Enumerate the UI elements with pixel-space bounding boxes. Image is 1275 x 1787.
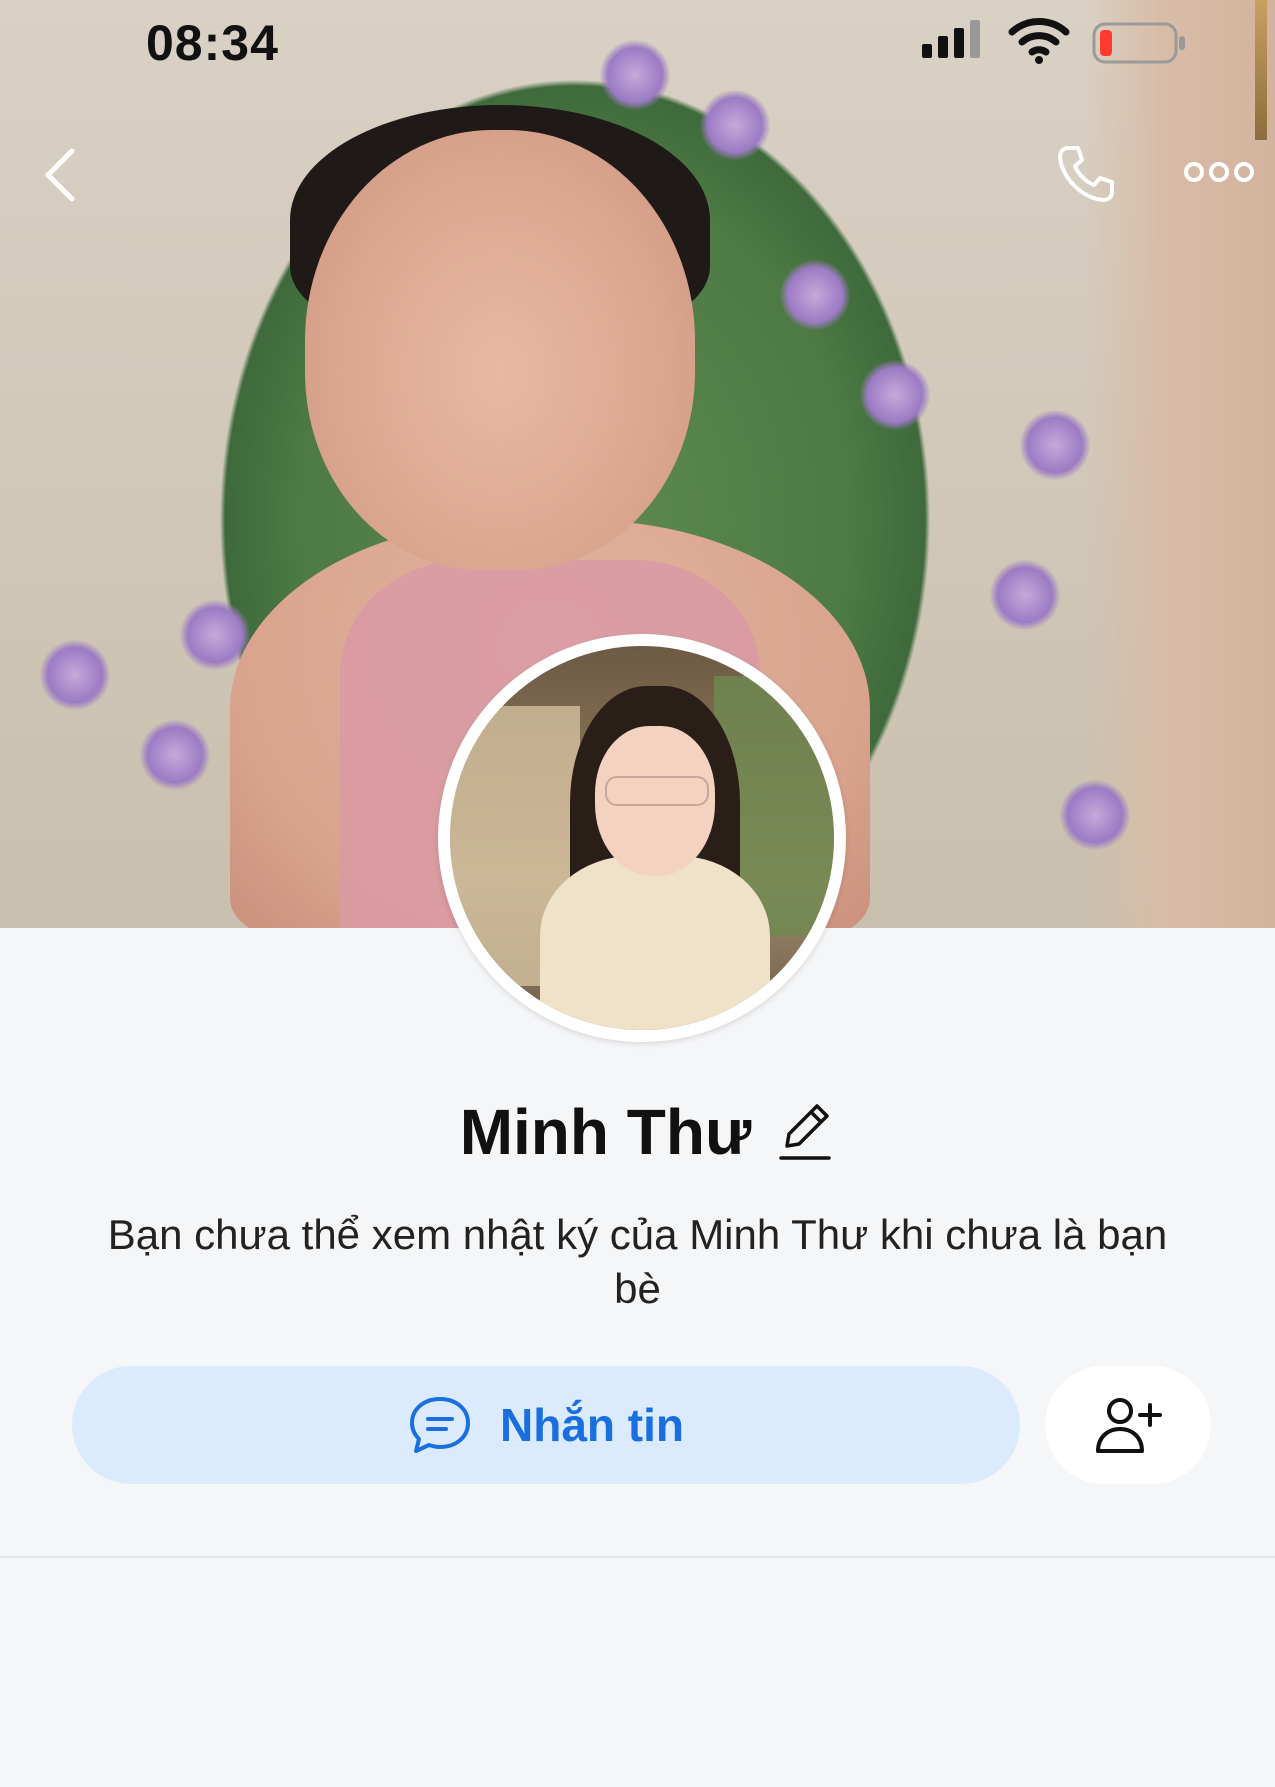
avatar-photo: [450, 646, 834, 1030]
cover-subject-face: [305, 130, 695, 570]
cover-flower: [780, 260, 850, 330]
cellular-signal-icon: [922, 20, 980, 58]
more-options-button[interactable]: [1182, 150, 1256, 194]
cover-flower: [1020, 410, 1090, 480]
cover-flower: [140, 720, 210, 790]
section-divider: [0, 1556, 1275, 1558]
cover-flower: [860, 360, 930, 430]
profile-avatar[interactable]: [438, 634, 846, 1042]
status-bar: 08:34: [0, 0, 1275, 88]
message-button[interactable]: Nhắn tin: [72, 1366, 1020, 1484]
chat-bubble-icon: [410, 1397, 470, 1453]
cover-flower: [40, 640, 110, 710]
edit-pencil-icon[interactable]: [777, 1100, 833, 1164]
cover-flower: [990, 560, 1060, 630]
cover-flower: [700, 90, 770, 160]
call-button[interactable]: [1054, 142, 1118, 206]
add-friend-button[interactable]: [1045, 1366, 1211, 1484]
profile-name: Minh Thư: [459, 1096, 752, 1168]
avatar-subject-glasses: [605, 776, 709, 806]
add-user-icon: [1096, 1398, 1162, 1453]
avatar-subject-top: [540, 856, 770, 1030]
battery-low-icon: [1092, 22, 1185, 64]
friend-restriction-note: Bạn chưa thể xem nhật ký của Minh Thư kh…: [107, 1211, 1168, 1312]
message-button-label: Nhắn tin: [500, 1399, 684, 1451]
profile-name-row: Minh Thư: [0, 1092, 1275, 1172]
wifi-icon: [1008, 18, 1070, 64]
status-time: 08:34: [146, 15, 279, 71]
back-button[interactable]: [38, 145, 86, 205]
cover-flower: [1060, 780, 1130, 850]
